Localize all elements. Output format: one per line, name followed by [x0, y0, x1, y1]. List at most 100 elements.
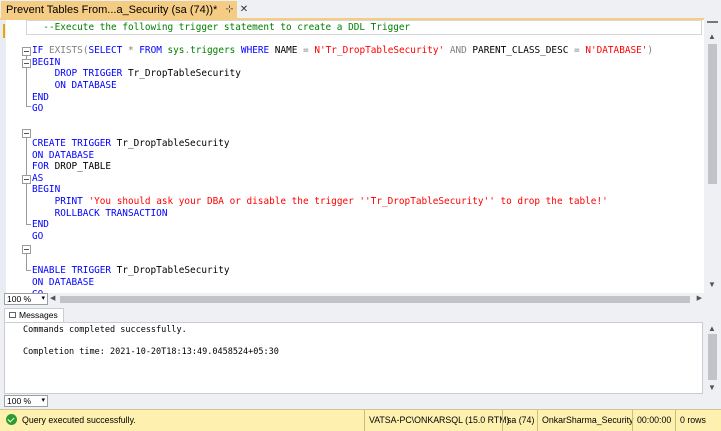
- code-token: PARENT_CLASS_DESC: [466, 45, 575, 57]
- code-line[interactable]: BEGIN: [32, 57, 703, 69]
- code-token: GO: [32, 103, 44, 115]
- status-login: OnkarSharma_Security: [537, 410, 633, 431]
- scroll-left-icon[interactable]: ◀: [50, 294, 55, 302]
- code-token: CREATE TRIGGER: [32, 137, 112, 149]
- messages-tab-label: Messages: [19, 310, 58, 320]
- code-token: AND: [449, 45, 467, 57]
- code-line[interactable]: ON DATABASE: [32, 80, 703, 92]
- scroll-thumb[interactable]: [708, 44, 717, 184]
- code-line[interactable]: ENABLE TRIGGER Tr_DropTableSecurity: [32, 265, 703, 277]
- sql-code[interactable]: --Execute the following trigger statemen…: [32, 22, 703, 300]
- document-tab-strip: Prevent Tables From...a_Security (sa (74…: [0, 0, 721, 18]
- status-message: Query executed successfully.: [22, 414, 136, 425]
- scroll-thumb[interactable]: [708, 334, 717, 380]
- code-line[interactable]: GO: [32, 231, 703, 243]
- code-line[interactable]: [32, 126, 703, 138]
- scroll-up-icon[interactable]: ▲: [708, 324, 716, 333]
- editor-gutter: [0, 20, 6, 293]
- messages-zoom-select[interactable]: 100 % ▾: [4, 395, 48, 407]
- code-line[interactable]: END: [32, 92, 703, 104]
- scroll-up-icon[interactable]: ▲: [708, 32, 716, 41]
- editor-zoom-bar: 100 % ▾ ◀ ▶: [0, 293, 721, 306]
- code-token: WHERE: [240, 45, 270, 57]
- code-token: FROM: [139, 45, 162, 57]
- code-token: BEGIN: [32, 184, 61, 196]
- code-token: Tr_DropTableSecurity: [122, 68, 241, 80]
- query-tab-title: Prevent Tables From...a_Security (sa (74…: [6, 3, 218, 16]
- code-token: ON DATABASE: [32, 149, 95, 161]
- status-server: VATSA-PC\ONKARSQL (15.0 RTM): [364, 410, 509, 431]
- code-token: N'Tr_DropTableSecurity': [314, 45, 445, 57]
- code-line[interactable]: AS: [32, 173, 703, 185]
- code-token: ON DATABASE: [32, 277, 95, 289]
- code-token: NAME: [269, 45, 304, 57]
- code-token: ROLLBACK TRANSACTION: [54, 207, 168, 219]
- code-line[interactable]: END: [32, 219, 703, 231]
- query-editor[interactable]: --Execute the following trigger statemen…: [0, 18, 721, 300]
- code-token: ): [647, 45, 654, 57]
- horizontal-scroll-thumb[interactable]: [60, 296, 690, 303]
- code-token: DROP TRIGGER: [54, 68, 123, 80]
- code-line[interactable]: [32, 254, 703, 266]
- code-token: triggers: [190, 45, 236, 57]
- code-token: IF: [32, 45, 49, 57]
- messages-vertical-scrollbar[interactable]: ▲ ▼: [704, 322, 721, 394]
- code-token: *: [122, 45, 140, 57]
- tab-messages[interactable]: Messages: [4, 308, 64, 322]
- code-line[interactable]: [32, 242, 703, 254]
- editor-horizontal-scrollbar[interactable]: ◀ ▶: [50, 294, 702, 305]
- code-token: Tr_DropTableSecurity: [111, 265, 230, 277]
- code-line[interactable]: DROP TRIGGER Tr_DropTableSecurity: [32, 68, 703, 80]
- messages-zoom-bar: 100 % ▾: [0, 395, 721, 408]
- scroll-down-icon[interactable]: ▼: [708, 383, 716, 392]
- messages-pane[interactable]: Commands completed successfully. Complet…: [4, 322, 703, 394]
- message-line: Commands completed successfully.: [23, 325, 187, 335]
- code-token: AS: [32, 172, 44, 184]
- pin-icon[interactable]: ⊹: [225, 4, 233, 15]
- code-token: sys: [167, 45, 185, 57]
- splitter-handle[interactable]: [707, 21, 718, 30]
- scroll-right-icon[interactable]: ▶: [697, 294, 702, 302]
- code-line[interactable]: IF EXISTS(SELECT * FROM sys.triggers WHE…: [32, 45, 703, 57]
- code-token: N'DATABASE': [585, 45, 648, 57]
- collapse-icon[interactable]: [22, 245, 31, 254]
- editor-zoom-select[interactable]: 100 % ▾: [4, 293, 48, 305]
- query-status: Query executed successfully.: [6, 414, 136, 425]
- code-token: SELECT: [88, 45, 123, 57]
- collapse-icon[interactable]: [22, 47, 31, 56]
- collapse-icon[interactable]: [22, 59, 31, 68]
- code-line[interactable]: --Execute the following trigger statemen…: [32, 22, 703, 34]
- code-token: BEGIN: [32, 56, 61, 68]
- code-line[interactable]: ON DATABASE: [32, 150, 703, 162]
- query-document-tab[interactable]: Prevent Tables From...a_Security (sa (74…: [1, 1, 248, 18]
- close-icon[interactable]: ✕: [240, 4, 248, 15]
- collapse-icon[interactable]: [22, 129, 31, 138]
- chevron-down-icon: ▾: [41, 397, 45, 404]
- zoom-value: 100 %: [7, 396, 32, 406]
- scroll-down-icon[interactable]: ▼: [708, 280, 716, 289]
- code-line[interactable]: ON DATABASE: [32, 277, 703, 289]
- editor-vertical-scrollbar[interactable]: ▲ ▼: [704, 18, 721, 293]
- code-token: END: [32, 219, 49, 231]
- code-line[interactable]: BEGIN: [32, 184, 703, 196]
- changed-line-marker: [3, 24, 5, 38]
- collapse-icon[interactable]: [22, 175, 31, 184]
- code-line[interactable]: [32, 115, 703, 127]
- code-token: FOR: [32, 161, 49, 173]
- outline-margin: [22, 20, 32, 293]
- code-line[interactable]: GO: [32, 103, 703, 115]
- code-token: EXISTS: [48, 45, 83, 57]
- code-line[interactable]: [32, 34, 703, 46]
- code-line[interactable]: FOR DROP_TABLE: [32, 161, 703, 173]
- status-rows: 0 rows: [675, 410, 706, 431]
- code-line[interactable]: PRINT 'You should ask your DBA or disabl…: [32, 196, 703, 208]
- code-line[interactable]: ROLLBACK TRANSACTION: [32, 208, 703, 220]
- status-user: sa (74): [502, 410, 534, 431]
- code-token: GO: [32, 230, 44, 242]
- code-line[interactable]: CREATE TRIGGER Tr_DropTableSecurity: [32, 138, 703, 150]
- status-bar: Query executed successfully. VATSA-PC\ON…: [0, 409, 721, 431]
